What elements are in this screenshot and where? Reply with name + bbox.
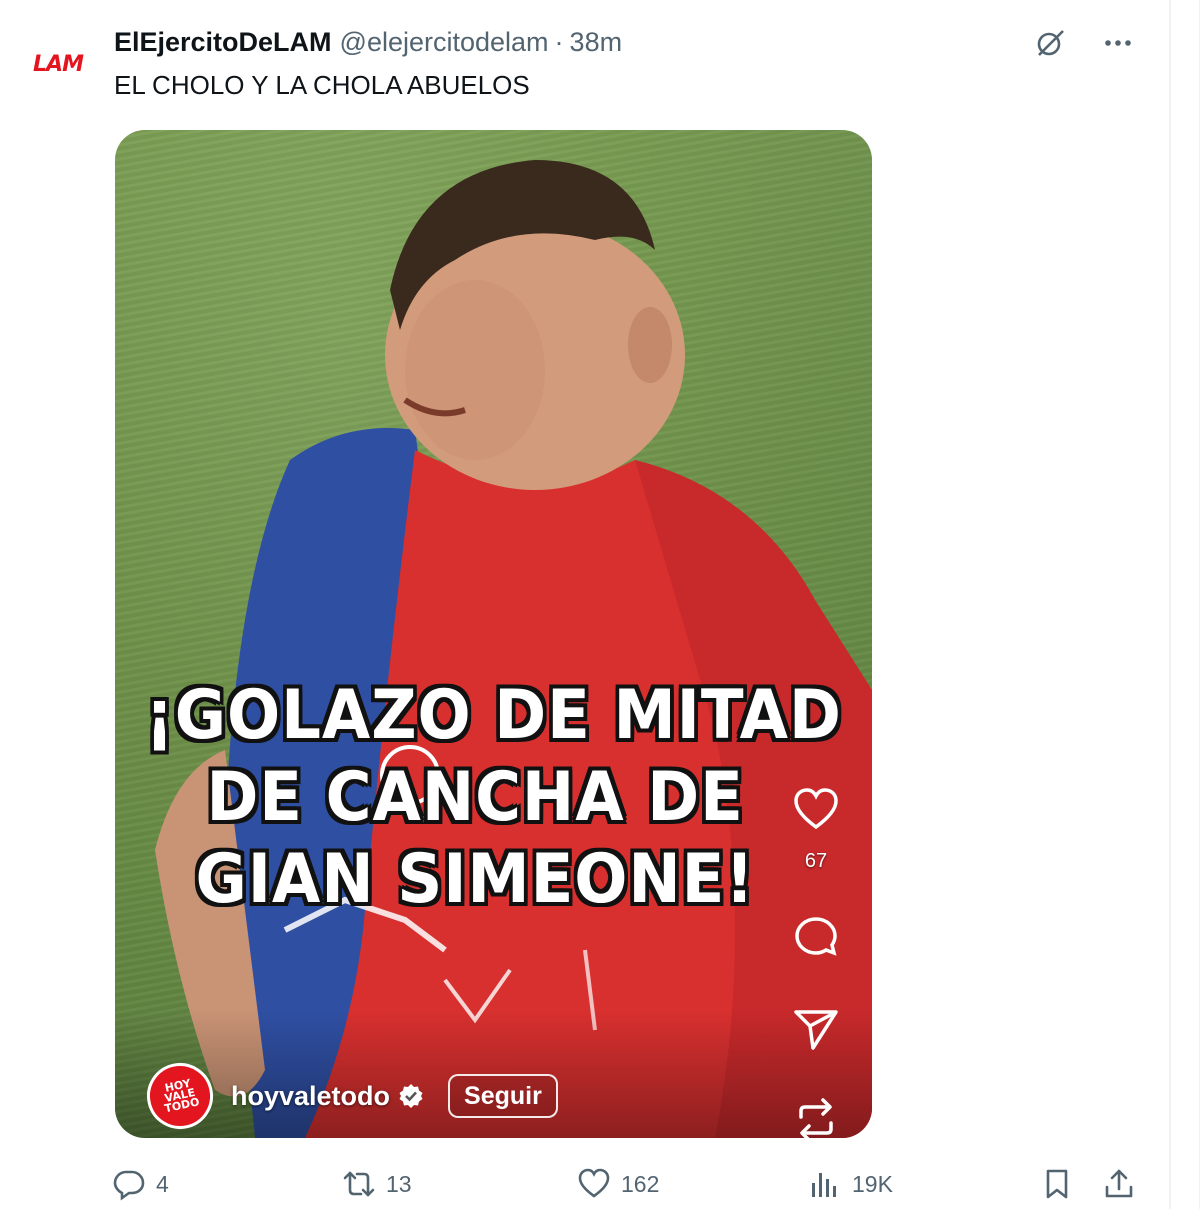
avatar-logo-text: LAM [33, 51, 84, 77]
overlay-line: GIAN SIMEONE! [195, 840, 755, 919]
follow-button[interactable]: Seguir [448, 1074, 558, 1118]
tweet-text: EL CHOLO Y LA CHOLA ABUELOS [114, 70, 530, 100]
bookmark-button[interactable] [1040, 1162, 1084, 1206]
like-button[interactable]: 162 [577, 1162, 659, 1206]
separator-dot: · [554, 26, 564, 57]
repost-button[interactable]: 13 [342, 1162, 412, 1206]
comment-bubble-icon[interactable] [791, 913, 841, 968]
video-overlay-title: ¡GOLAZO DE MITAD DE CANCHA DE GIAN SIMEO… [145, 675, 841, 921]
reply-icon [113, 1170, 145, 1201]
heart-icon[interactable] [791, 785, 841, 840]
video-media[interactable]: ¡GOLAZO DE MITAD DE CANCHA DE GIAN SIMEO… [115, 130, 872, 1138]
column-divider [1169, 0, 1171, 1209]
send-icon[interactable] [791, 1004, 841, 1059]
view-count: 19K [852, 1170, 893, 1197]
overlay-line: DE CANCHA DE [206, 758, 744, 837]
tweet-actions-bar: 4 13 162 19K [112, 1162, 1142, 1206]
like-count: 162 [621, 1170, 660, 1197]
retweet-icon [343, 1171, 375, 1197]
display-name[interactable]: ElEjercitoDeLAM [114, 27, 332, 58]
more-icon[interactable] [1099, 24, 1137, 62]
views-button[interactable]: 19K [808, 1162, 893, 1206]
user-handle[interactable]: @elejercitodelam [340, 27, 549, 58]
reply-button[interactable]: 4 [112, 1162, 169, 1206]
share-icon [1105, 1169, 1133, 1198]
heart-icon [578, 1168, 610, 1198]
bookmark-icon [1046, 1169, 1068, 1199]
video-channel-bar: HOY VALE TODO hoyvaletodo Seguir [140, 1056, 558, 1136]
tweet-top-actions [1031, 24, 1137, 62]
tweet-header: ElEjercitoDeLAM @elejercitodelam · 38m [114, 24, 622, 60]
share-button[interactable] [1102, 1162, 1146, 1206]
channel-name[interactable]: hoyvaletodo [231, 1081, 390, 1112]
repost-icon[interactable] [791, 1095, 841, 1138]
repost-count: 13 [386, 1170, 412, 1197]
grok-icon[interactable] [1031, 24, 1069, 62]
reply-count: 4 [156, 1170, 169, 1197]
analytics-icon [812, 1173, 836, 1197]
video-side-rail: 67 1 [788, 785, 844, 1138]
player-image [115, 160, 872, 1138]
timestamp[interactable]: 38m [570, 27, 623, 58]
video-like-count: 67 [804, 850, 828, 872]
overlay-line: ¡GOLAZO DE MITAD [145, 676, 842, 755]
avatar[interactable]: LAM [22, 28, 94, 100]
verified-badge-icon [399, 1084, 423, 1108]
channel-logo[interactable]: HOY VALE TODO [140, 1056, 220, 1136]
tweet[interactable]: LAM ElEjercitoDeLAM @elejercitodelam · 3… [0, 0, 1200, 1209]
